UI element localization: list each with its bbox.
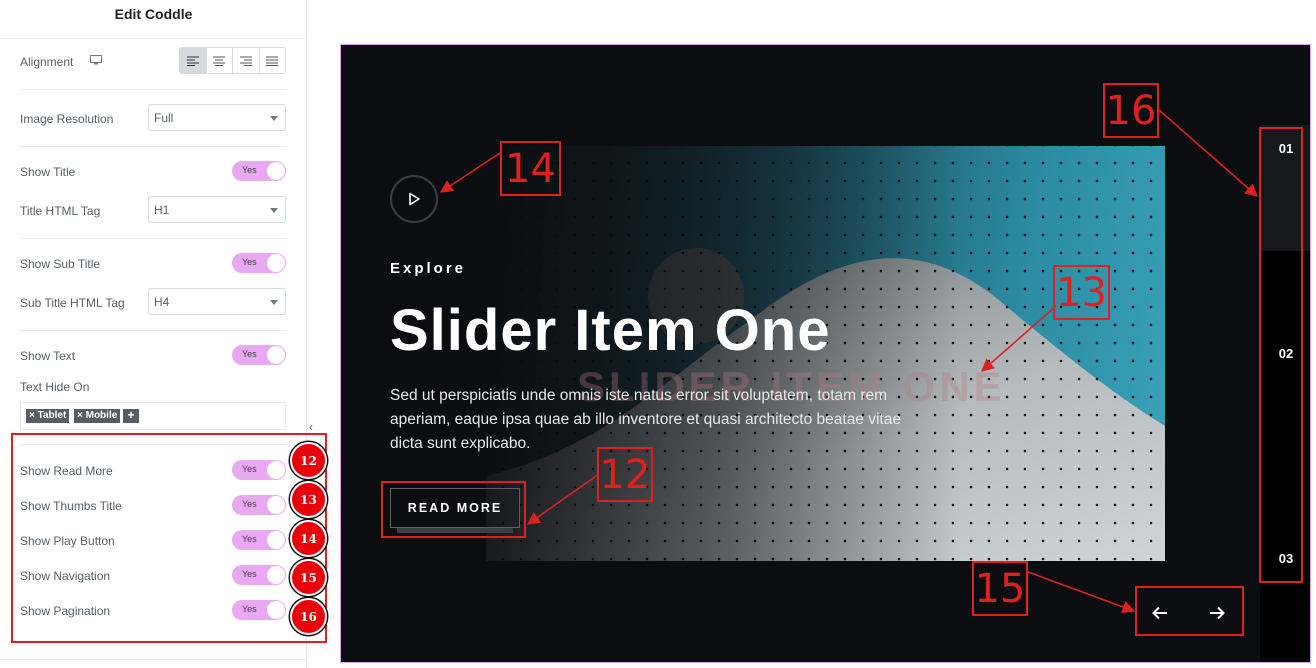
annotation-label-12: 12 xyxy=(597,447,653,502)
divider xyxy=(20,89,286,90)
slide-title: Slider Item One xyxy=(390,298,831,363)
align-center-button[interactable] xyxy=(207,48,233,73)
align-right-icon xyxy=(239,56,252,66)
sub-title-html-tag-label: Sub Title HTML Tag xyxy=(20,296,125,310)
badge-14: 14 xyxy=(290,520,327,557)
annotation-box-12 xyxy=(381,481,526,538)
align-justify-icon xyxy=(266,56,279,66)
align-left-button[interactable] xyxy=(180,48,207,73)
collapse-panel-icon[interactable]: ‹ xyxy=(309,420,313,434)
toggle-knob xyxy=(267,254,285,272)
align-right-button[interactable] xyxy=(233,48,260,73)
play-button[interactable] xyxy=(390,175,438,223)
toggle-text: Yes xyxy=(242,349,257,359)
panel-title: Edit Coddle xyxy=(114,6,193,22)
monitor-icon[interactable] xyxy=(90,55,102,65)
align-center-icon xyxy=(213,56,226,66)
badge-13: 13 xyxy=(290,481,327,518)
title-html-tag-label: Title HTML Tag xyxy=(20,204,101,218)
image-resolution-select[interactable]: Full xyxy=(148,104,286,131)
image-resolution-value: Full xyxy=(154,111,174,125)
text-hide-on-tags-input[interactable]: × Tablet × Mobile + xyxy=(20,402,286,430)
show-title-toggle[interactable]: Yes xyxy=(232,161,286,181)
align-left-icon xyxy=(186,56,199,66)
toggle-text: Yes xyxy=(242,257,257,267)
play-icon xyxy=(409,192,420,206)
slider-preview: Explore SLIDER ITEM ONE Slider Item One … xyxy=(340,44,1311,663)
highlight-box xyxy=(11,433,327,643)
toggle-knob xyxy=(267,162,285,180)
divider xyxy=(20,330,286,331)
badge-15: 15 xyxy=(290,559,327,596)
alignment-label: Alignment xyxy=(20,55,74,69)
divider xyxy=(20,238,286,239)
annotation-label-13: 13 xyxy=(1053,265,1110,320)
sub-title-html-tag-select[interactable]: H4 xyxy=(148,288,286,315)
show-text-label: Show Text xyxy=(20,349,76,363)
annotation-label-14: 14 xyxy=(500,141,561,196)
annotation-label-16: 16 xyxy=(1103,83,1159,138)
annotation-box-16 xyxy=(1259,127,1303,583)
tag-mobile[interactable]: × Mobile xyxy=(74,409,121,423)
slide-subtitle: Explore xyxy=(390,260,467,277)
title-html-tag-value: H1 xyxy=(154,203,170,217)
align-justify-button[interactable] xyxy=(260,48,286,73)
show-text-toggle[interactable]: Yes xyxy=(232,345,286,365)
annotation-label-15: 15 xyxy=(972,561,1028,616)
divider xyxy=(20,146,286,147)
annotation-box-15 xyxy=(1135,586,1244,636)
slide-description: Sed ut perspiciatis unde omnis iste natu… xyxy=(390,387,901,452)
chevron-down-icon xyxy=(270,300,278,305)
image-resolution-label: Image Resolution xyxy=(20,112,114,126)
chevron-down-icon xyxy=(270,116,278,121)
badge-12: 12 xyxy=(290,442,327,479)
show-sub-title-toggle[interactable]: Yes xyxy=(232,253,286,273)
add-tag-button[interactable]: + xyxy=(123,409,139,423)
title-html-tag-select[interactable]: H1 xyxy=(148,196,286,223)
toggle-knob xyxy=(267,346,285,364)
alignment-control xyxy=(179,47,286,74)
tag-tablet[interactable]: × Tablet xyxy=(26,409,70,423)
chevron-down-icon xyxy=(270,208,278,213)
show-title-label: Show Title xyxy=(20,165,76,179)
divider xyxy=(0,38,307,39)
sub-title-html-tag-value: H4 xyxy=(154,295,170,309)
badge-16: 16 xyxy=(290,598,327,635)
show-sub-title-label: Show Sub Title xyxy=(20,257,101,271)
divider xyxy=(0,659,307,660)
text-hide-on-label: Text Hide On xyxy=(20,380,90,394)
toggle-text: Yes xyxy=(242,165,257,175)
